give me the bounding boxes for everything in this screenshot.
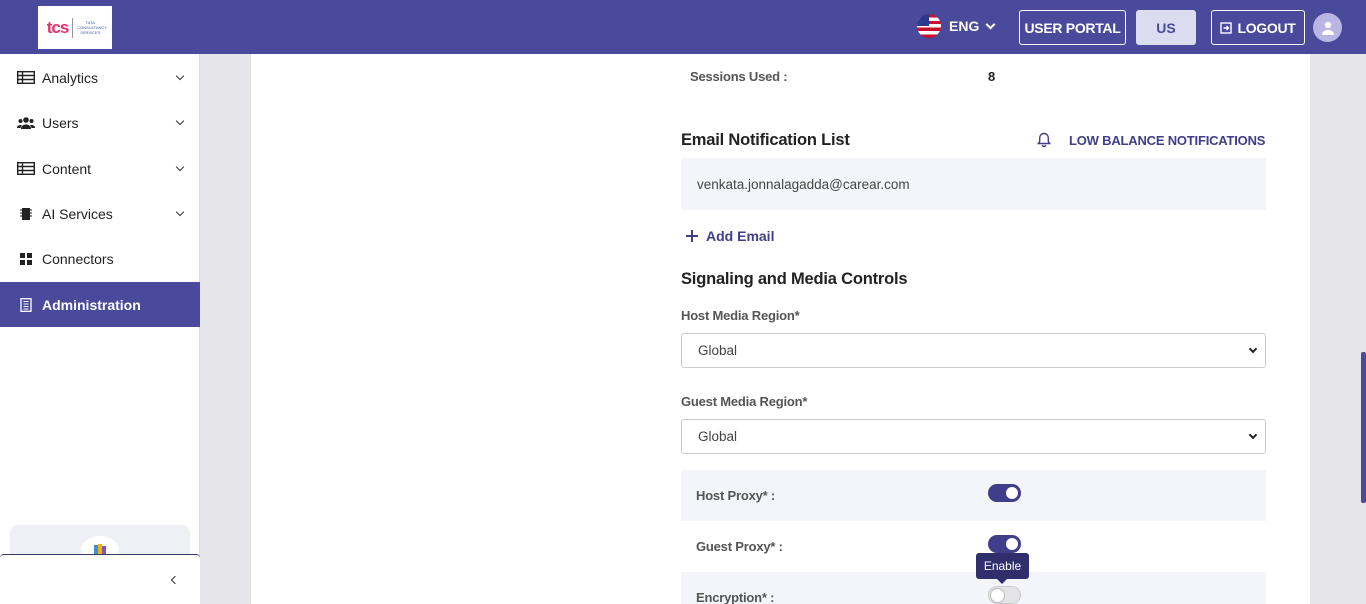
person-icon	[1321, 21, 1334, 35]
language-label: ENG	[949, 18, 980, 34]
top-header: tcs TATA CONSULTANCY SERVICES ENG USER P…	[0, 0, 1366, 54]
add-email-button[interactable]: Add Email	[685, 228, 774, 244]
email-notification-title: Email Notification List	[681, 131, 850, 149]
logo-subtext: TATA CONSULTANCY SERVICES	[77, 20, 107, 35]
user-avatar[interactable]	[1313, 13, 1342, 42]
chevron-down-icon	[175, 116, 185, 126]
toggle-knob	[1006, 487, 1018, 499]
chevron-down-icon	[175, 71, 185, 81]
chevron-down-icon	[175, 207, 185, 217]
email-list-item: venkata.jonnalagadda@carear.com	[681, 158, 1266, 210]
logout-icon	[1220, 21, 1233, 34]
guest-proxy-row: Guest Proxy* :	[681, 521, 1266, 572]
host-proxy-toggle[interactable]	[988, 484, 1021, 502]
email-address: venkata.jonnalagadda@carear.com	[697, 176, 910, 192]
guest-proxy-toggle[interactable]	[988, 535, 1021, 553]
sidebar-item-label: Content	[42, 160, 92, 177]
signaling-title: Signaling and Media Controls	[681, 270, 908, 288]
sidebar-item-administration[interactable]: Administration	[0, 282, 200, 327]
host-proxy-row: Host Proxy* :	[681, 470, 1266, 521]
sidebar-item-label: AI Services	[42, 205, 113, 222]
enable-tooltip: Enable	[976, 553, 1029, 584]
sidebar-item-ai-services[interactable]: AI Services	[0, 191, 200, 236]
language-selector[interactable]: ENG	[917, 14, 996, 38]
chevron-down-icon	[175, 162, 185, 172]
main-content: Sessions Used : 8 Email Notification Lis…	[250, 54, 1310, 604]
toggle-knob	[990, 588, 1005, 603]
encryption-toggle[interactable]	[988, 586, 1021, 604]
logout-label: LOGOUT	[1237, 19, 1296, 36]
add-email-label: Add Email	[706, 228, 775, 244]
chevron-down-icon	[1248, 344, 1258, 354]
guest-proxy-label: Guest Proxy* :	[696, 539, 783, 554]
bell-icon	[1037, 132, 1051, 148]
sidebar-item-analytics[interactable]: Analytics	[0, 55, 200, 100]
users-icon	[17, 116, 35, 130]
sessions-used-value: 8	[988, 69, 996, 84]
plus-icon	[686, 230, 698, 242]
guest-media-region-select[interactable]: Global	[681, 419, 1266, 454]
sessions-used-label: Sessions Used :	[690, 69, 788, 84]
chevron-down-icon	[985, 19, 996, 29]
host-proxy-label: Host Proxy* :	[696, 488, 776, 503]
tcs-logo[interactable]: tcs TATA CONSULTANCY SERVICES	[38, 6, 112, 49]
sidebar-item-connectors[interactable]: Connectors	[0, 236, 200, 281]
chip-icon	[17, 207, 35, 221]
table-icon	[17, 71, 35, 85]
host-media-region-select[interactable]: Global	[681, 333, 1266, 368]
logo-text: tcs	[46, 17, 70, 37]
low-balance-notifications-button[interactable]: LOW BALANCE NOTIFICATIONS	[1037, 132, 1265, 148]
sidebar-item-content[interactable]: Content	[0, 146, 200, 191]
logo-divider	[72, 17, 74, 38]
building-icon	[17, 297, 35, 312]
sidebar-item-users[interactable]: Users	[0, 100, 200, 145]
region-button[interactable]: US	[1136, 10, 1196, 45]
table-icon	[17, 162, 35, 176]
chevron-down-icon	[1248, 430, 1258, 440]
sidebar: Analytics Users Content AI Services Conn…	[0, 54, 200, 604]
host-media-region-label: Host Media Region*	[681, 308, 800, 323]
grid-icon	[17, 252, 35, 266]
encryption-row: Encryption* :	[681, 572, 1266, 604]
logout-button[interactable]: LOGOUT	[1211, 10, 1305, 45]
low-balance-label: LOW BALANCE NOTIFICATIONS	[1069, 132, 1266, 148]
host-media-region-value: Global	[698, 343, 738, 358]
sidebar-item-label: Analytics	[42, 69, 99, 86]
guest-media-region-label: Guest Media Region*	[681, 394, 808, 409]
sidebar-item-label: Connectors	[42, 250, 114, 267]
user-portal-button[interactable]: USER PORTAL	[1019, 10, 1126, 45]
guest-media-region-value: Global	[698, 429, 738, 444]
sidebar-item-label: Administration	[42, 296, 141, 313]
sidebar-item-label: Users	[42, 114, 79, 131]
encryption-label: Encryption* :	[696, 590, 775, 604]
page-scrollbar[interactable]	[1361, 352, 1366, 503]
us-flag-icon	[917, 14, 941, 38]
toggle-knob	[1006, 538, 1018, 550]
